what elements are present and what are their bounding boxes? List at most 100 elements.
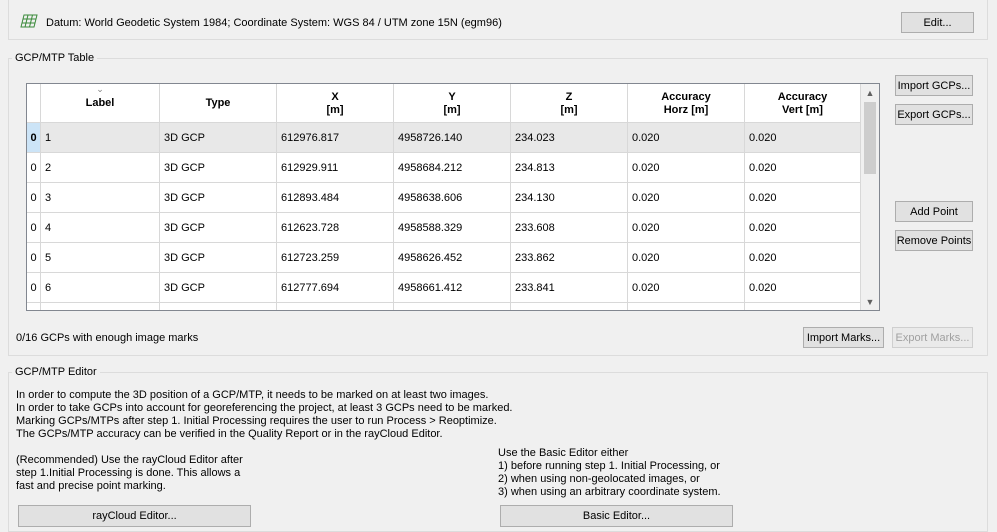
column-header-accuracy-horz-unit: Horz [m] (663, 103, 709, 116)
sort-chevron-icon: ⌄ (96, 84, 104, 94)
raycloud-description-line: step 1.Initial Processing is done. This … (16, 467, 241, 479)
column-header-label[interactable]: ⌄ Label (41, 84, 160, 123)
cell-empty (41, 303, 160, 310)
cell-x[interactable]: 612777.694 (277, 273, 394, 302)
cell-x[interactable]: 612623.728 (277, 213, 394, 242)
cell-z[interactable]: 234.130 (511, 183, 628, 212)
column-header-y-text: Y (448, 90, 456, 103)
cell-accuracy-horz[interactable]: 0.020 (628, 153, 745, 182)
cell-accuracy-horz[interactable]: 0.020 (628, 183, 745, 212)
cell-label[interactable]: 2 (41, 153, 160, 182)
table-row[interactable]: 0 3 3D GCP 612893.484 4958638.606 234.13… (27, 183, 861, 213)
cell-x[interactable]: 612976.817 (277, 123, 394, 152)
import-marks-button[interactable]: Import Marks... (803, 327, 884, 348)
cell-accuracy-vert[interactable]: 0.020 (745, 243, 861, 272)
remove-points-button[interactable]: Remove Points (895, 230, 973, 251)
row-marks-count[interactable]: 0 (27, 273, 41, 302)
cell-y[interactable]: 4958638.606 (394, 183, 511, 212)
cell-type[interactable]: 3D GCP (160, 183, 277, 212)
cell-label[interactable]: 1 (41, 123, 160, 152)
basic-description-line: 3) when using an arbitrary coordinate sy… (498, 486, 721, 498)
table-vertical-scrollbar[interactable]: ▲ ▼ (861, 84, 879, 310)
cell-label[interactable]: 3 (41, 183, 160, 212)
editor-info-line: In order to take GCPs into account for g… (16, 402, 513, 414)
export-gcps-button[interactable]: Export GCPs... (895, 104, 973, 125)
column-header-accuracy-horz[interactable]: Accuracy Horz [m] (628, 84, 745, 123)
cell-label[interactable]: 5 (41, 243, 160, 272)
cell-z[interactable]: 234.813 (511, 153, 628, 182)
column-header-z[interactable]: Z [m] (511, 84, 628, 123)
cell-empty (160, 303, 277, 310)
cell-y[interactable]: 4958588.329 (394, 213, 511, 242)
cell-type[interactable]: 3D GCP (160, 153, 277, 182)
gcp-marks-status: 0/16 GCPs with enough image marks (16, 332, 199, 344)
row-marks-count[interactable]: 0 (27, 183, 41, 212)
column-header-type[interactable]: Type (160, 84, 277, 123)
import-gcps-button[interactable]: Import GCPs... (895, 75, 973, 96)
gcp-table[interactable]: ⌄ Label Type X [m] Y [m] Z [m] Accuracy … (26, 83, 880, 311)
cell-z[interactable]: 233.841 (511, 273, 628, 302)
add-point-button[interactable]: Add Point (895, 201, 973, 222)
table-row[interactable]: 0 4 3D GCP 612623.728 4958588.329 233.60… (27, 213, 861, 243)
cell-accuracy-vert[interactable]: 0.020 (745, 273, 861, 302)
column-header-z-text: Z (565, 90, 573, 103)
column-header-accuracy-vert-text: Accuracy (777, 90, 828, 103)
grid-icon (20, 14, 38, 28)
cell-accuracy-horz[interactable]: 0.020 (628, 273, 745, 302)
cell-y[interactable]: 4958626.452 (394, 243, 511, 272)
cell-type[interactable]: 3D GCP (160, 213, 277, 242)
cell-accuracy-horz[interactable]: 0.020 (628, 213, 745, 242)
column-header-x[interactable]: X [m] (277, 84, 394, 123)
scrollbar-thumb[interactable] (864, 102, 876, 174)
editor-info-line: The GCPs/MTP accuracy can be verified in… (16, 428, 443, 440)
cell-y[interactable]: 4958684.212 (394, 153, 511, 182)
cell-z[interactable]: 233.608 (511, 213, 628, 242)
gcp-table-title: GCP/MTP Table (12, 52, 98, 64)
cell-empty (277, 303, 394, 310)
cell-accuracy-vert[interactable]: 0.020 (745, 183, 861, 212)
table-row[interactable]: 0 6 3D GCP 612777.694 4958661.412 233.84… (27, 273, 861, 303)
row-marks-count (27, 303, 41, 310)
editor-info-line: In order to compute the 3D position of a… (16, 389, 489, 401)
row-marks-count[interactable]: 0 (27, 243, 41, 272)
cell-x[interactable]: 612929.911 (277, 153, 394, 182)
cell-accuracy-horz[interactable]: 0.020 (628, 123, 745, 152)
table-row[interactable]: 0 1 3D GCP 612976.817 4958726.140 234.02… (27, 123, 861, 153)
cell-x[interactable]: 612893.484 (277, 183, 394, 212)
cell-accuracy-vert[interactable]: 0.020 (745, 123, 861, 152)
cell-label[interactable]: 4 (41, 213, 160, 242)
cell-empty (745, 303, 861, 310)
cell-empty (511, 303, 628, 310)
row-marks-count[interactable]: 0 (27, 123, 41, 152)
cell-z[interactable]: 234.023 (511, 123, 628, 152)
column-header-x-unit: [m] (326, 103, 344, 116)
column-header-y[interactable]: Y [m] (394, 84, 511, 123)
scroll-down-arrow-icon[interactable]: ▼ (861, 293, 879, 310)
cell-y[interactable]: 4958726.140 (394, 123, 511, 152)
cell-type[interactable]: 3D GCP (160, 243, 277, 272)
cell-type[interactable]: 3D GCP (160, 123, 277, 152)
cell-y[interactable]: 4958661.412 (394, 273, 511, 302)
cell-accuracy-vert[interactable]: 0.020 (745, 153, 861, 182)
column-header-accuracy-vert-unit: Vert [m] (782, 103, 823, 116)
cell-label[interactable]: 6 (41, 273, 160, 302)
row-marks-count[interactable]: 0 (27, 213, 41, 242)
column-header-accuracy-vert[interactable]: Accuracy Vert [m] (745, 84, 861, 123)
header-corner (27, 84, 41, 123)
table-row[interactable]: 0 5 3D GCP 612723.259 4958626.452 233.86… (27, 243, 861, 273)
raycloud-description-line: (Recommended) Use the rayCloud Editor af… (16, 454, 243, 466)
datum-edit-button[interactable]: Edit... (901, 12, 974, 33)
cell-x[interactable]: 612723.259 (277, 243, 394, 272)
table-row-partial (27, 303, 861, 310)
cell-z[interactable]: 233.862 (511, 243, 628, 272)
cell-accuracy-horz[interactable]: 0.020 (628, 243, 745, 272)
cell-accuracy-vert[interactable]: 0.020 (745, 213, 861, 242)
column-header-type-text: Type (205, 97, 231, 109)
row-marks-count[interactable]: 0 (27, 153, 41, 182)
datum-text: Datum: World Geodetic System 1984; Coord… (46, 17, 502, 29)
cell-type[interactable]: 3D GCP (160, 273, 277, 302)
table-row[interactable]: 0 2 3D GCP 612929.911 4958684.212 234.81… (27, 153, 861, 183)
gcp-table-body: 0 1 3D GCP 612976.817 4958726.140 234.02… (27, 123, 861, 310)
column-header-y-unit: [m] (443, 103, 461, 116)
scroll-up-arrow-icon[interactable]: ▲ (861, 84, 879, 101)
